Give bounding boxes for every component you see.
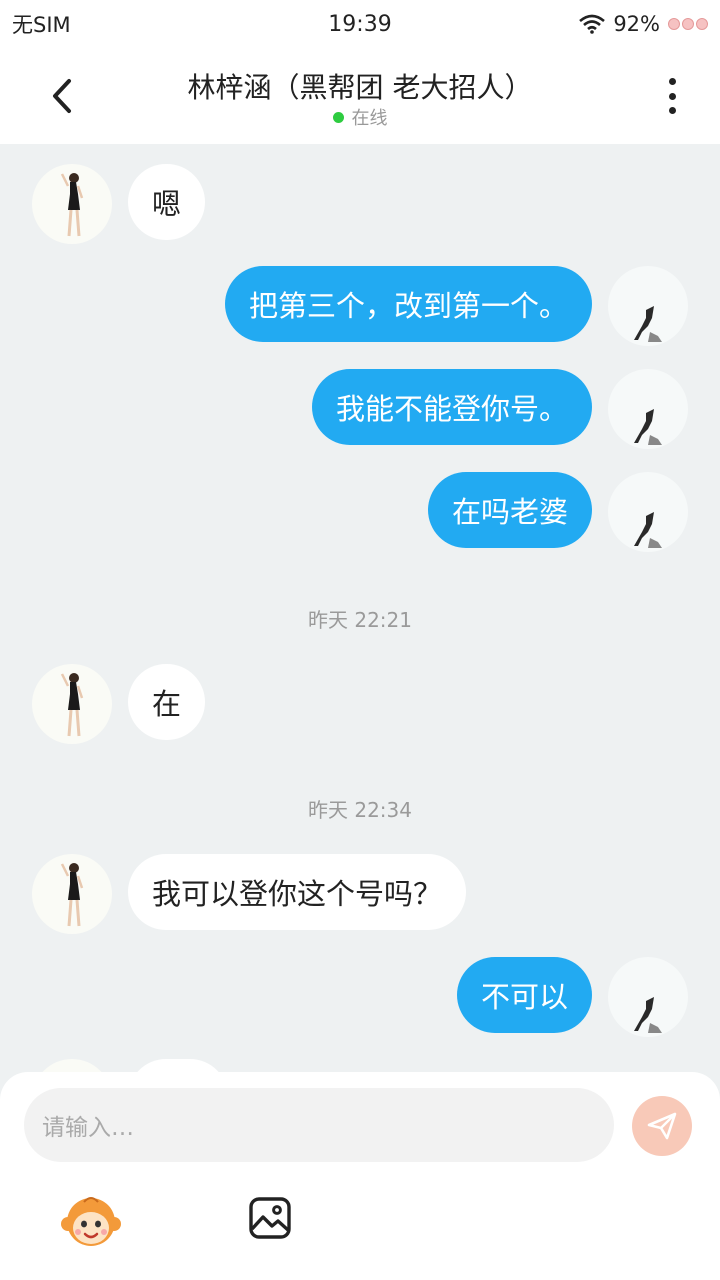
more-vertical-icon <box>668 78 676 85</box>
message-input[interactable]: 请输入… <box>24 1088 614 1162</box>
contact-avatar[interactable] <box>32 164 112 244</box>
online-status: 在线 <box>0 104 720 130</box>
chat-header: 林梓涵（黑帮团 老大招人） 在线 <box>0 48 720 144</box>
outgoing-message-bubble[interactable]: 把第三个，改到第一个。 <box>224 266 592 342</box>
contact-avatar-icon <box>60 173 84 237</box>
emoji-monkey-icon <box>61 1197 121 1246</box>
image-button[interactable] <box>248 1196 292 1240</box>
message-list[interactable]: 嗯 把第三个，改到第一个。 我能不能登你号。 在吗老婆 昨天 22:21 在 昨… <box>0 144 720 1074</box>
incoming-message-bubble[interactable]: 嗯 <box>128 164 206 240</box>
input-panel: 请输入… <box>0 1072 720 1280</box>
emoji-button[interactable] <box>60 1192 122 1254</box>
online-dot-icon <box>332 111 344 123</box>
online-status-label: 在线 <box>351 108 388 129</box>
my-avatar[interactable] <box>608 369 688 449</box>
incoming-message-bubble[interactable]: 在 <box>128 664 206 740</box>
outgoing-message-bubble[interactable]: 不可以 <box>456 957 592 1033</box>
my-avatar-icon <box>634 306 662 342</box>
my-avatar[interactable] <box>608 472 688 552</box>
message-timestamp: 昨天 22:21 <box>308 608 412 632</box>
more-options-button[interactable] <box>652 74 692 118</box>
clock: 19:39 <box>328 11 392 37</box>
image-icon <box>249 1197 291 1239</box>
status-bar: 无SIM 19:39 92% <box>0 0 720 48</box>
my-avatar-icon <box>634 409 662 445</box>
contact-avatar[interactable] <box>32 854 112 934</box>
contact-avatar[interactable] <box>32 664 112 744</box>
my-avatar[interactable] <box>608 266 688 346</box>
my-avatar-icon <box>634 997 662 1033</box>
my-avatar-icon <box>634 512 662 548</box>
outgoing-message-bubble[interactable]: 在吗老婆 <box>427 472 592 548</box>
send-button[interactable] <box>632 1096 692 1156</box>
send-icon <box>647 1112 677 1140</box>
contact-avatar-icon <box>60 863 84 927</box>
message-timestamp: 昨天 22:34 <box>308 798 412 822</box>
my-avatar[interactable] <box>608 957 688 1037</box>
incoming-message-bubble[interactable]: 我可以登你这个号吗？ <box>128 854 467 930</box>
contact-avatar-icon <box>60 673 84 737</box>
contact-name: 林梓涵（黑帮团 老大招人） <box>187 71 533 104</box>
outgoing-message-bubble[interactable]: 我能不能登你号。 <box>311 369 592 445</box>
